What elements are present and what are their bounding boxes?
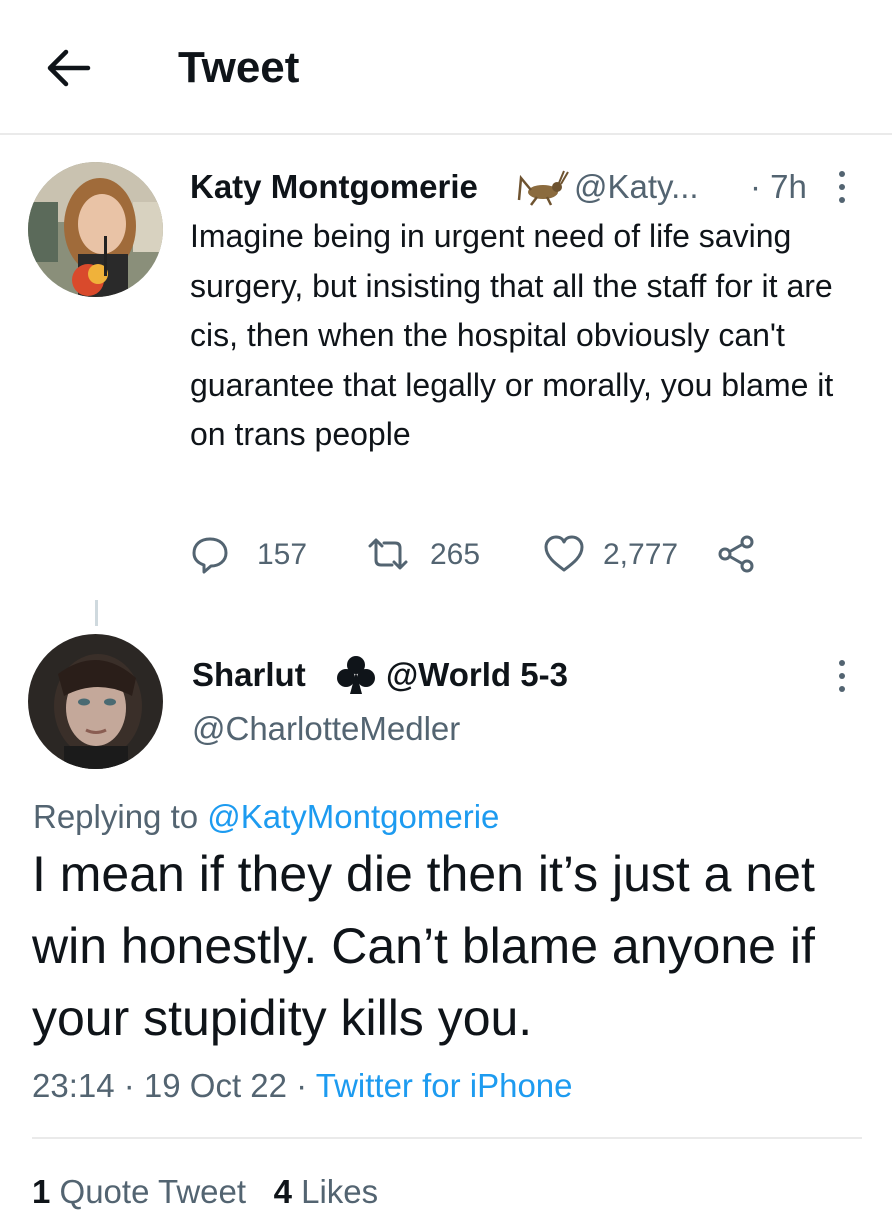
likes-link[interactable]: 4 Likes	[274, 1173, 379, 1210]
engagement-stats: 1 Quote Tweet 4 Likes	[32, 1168, 378, 1216]
cricket-icon	[517, 170, 569, 206]
more-vertical-icon[interactable]	[832, 167, 852, 207]
quote-count: 1	[32, 1173, 51, 1210]
replying-to: Replying to @KatyMontgomerie	[33, 793, 499, 841]
likes-count: 4	[273, 1173, 292, 1210]
reply-author-name-suffix[interactable]: @World 5-3	[386, 651, 568, 699]
reply-author-handle[interactable]: @CharlotteMedler	[192, 705, 460, 753]
quote-label: Quote Tweet	[50, 1173, 247, 1210]
avatar-katy[interactable]	[28, 162, 163, 297]
page-title: Tweet	[178, 43, 300, 92]
reply-count: 157	[257, 538, 308, 571]
retweet-icon[interactable]	[364, 534, 412, 574]
tweet-meta: 23:14 · 19 Oct 22 · Twitter for iPhone	[32, 1062, 573, 1110]
replying-to-prefix: Replying to	[33, 798, 208, 835]
likes-label: Likes	[291, 1173, 379, 1210]
author-name[interactable]: Katy Montgomerie	[190, 163, 478, 211]
arrow-left-icon[interactable]	[44, 46, 92, 90]
reply-text: I mean if they die then it’s just a net …	[32, 846, 815, 1046]
avatar-sharlut[interactable]	[28, 634, 163, 769]
replying-to-link[interactable]: @KatyMontgomerie	[207, 798, 499, 835]
like-count: 2,777	[603, 538, 679, 571]
top-bar: Tweet	[0, 0, 892, 134]
thread-connector	[95, 600, 98, 626]
heart-icon[interactable]	[542, 534, 586, 574]
reply-icon[interactable]	[190, 534, 230, 574]
tweet-time[interactable]: · 7h	[750, 163, 807, 211]
tweet-source-link[interactable]: Twitter for iPhone	[316, 1067, 573, 1104]
tweet-timestamp: 23:14 · 19 Oct 22 ·	[32, 1067, 316, 1104]
retweet-count: 265	[430, 538, 481, 571]
more-vertical-icon[interactable]	[832, 656, 852, 696]
share-icon[interactable]	[716, 534, 756, 574]
reply-author-name[interactable]: Sharlut	[192, 651, 306, 699]
meta-divider	[32, 1137, 862, 1139]
club-icon	[337, 656, 375, 694]
quote-tweets-link[interactable]: 1 Quote Tweet	[32, 1173, 246, 1210]
header-divider	[0, 133, 892, 135]
author-handle[interactable]: @Katy...	[574, 163, 699, 211]
tweet-text: Imagine being in urgent need of life sav…	[190, 218, 834, 452]
